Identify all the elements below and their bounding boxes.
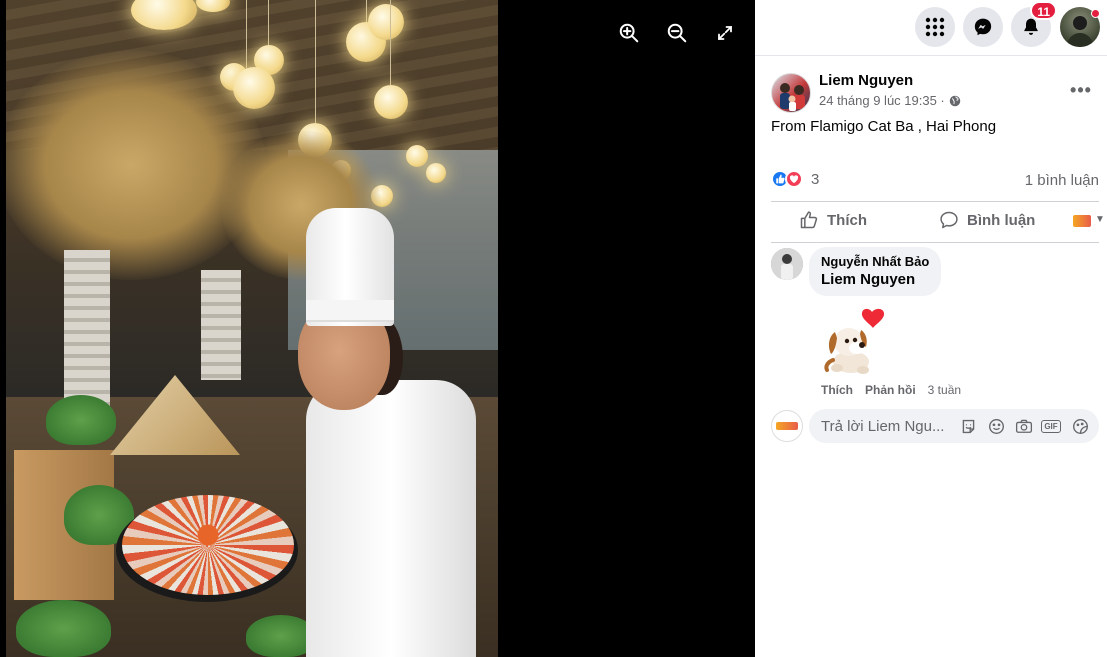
puppy-heart-sticker[interactable] (817, 302, 897, 380)
messenger-icon (974, 18, 992, 36)
author-avatar-image (780, 83, 805, 111)
photo-attach-button[interactable] (1015, 417, 1033, 435)
puppy-heart-icon (824, 308, 885, 374)
comment-button-label: Bình luận (967, 211, 1036, 229)
photo-viewer (0, 0, 755, 657)
comment-author-name[interactable]: Nguyễn Nhất Bảo (821, 254, 929, 269)
post-options-button[interactable]: ••• (1067, 80, 1095, 100)
fullscreen-icon (718, 26, 732, 40)
post-panel: 11 Liem Nguyen 24 tháng 9 lúc 19:35 · ••… (755, 0, 1107, 657)
zoom-in-button[interactable] (616, 20, 642, 46)
notifications-badge: 11 (1030, 1, 1057, 20)
bell-icon (1024, 18, 1038, 35)
identity-dropdown-icon[interactable]: ▼ (1095, 214, 1105, 225)
comment-button[interactable]: Bình luận (939, 210, 1035, 230)
like-button-label: Thích (827, 211, 867, 229)
post-author-name[interactable]: Liem Nguyen (819, 72, 913, 89)
comment-reply-button[interactable]: Phản hồi (865, 383, 916, 397)
zoom-out-icon (667, 23, 687, 43)
top-bar: 11 (755, 0, 1107, 56)
photo-palm-tree (6, 50, 266, 280)
post-meta: 24 tháng 9 lúc 19:35 · (819, 93, 961, 108)
sticker-button[interactable] (1071, 417, 1089, 435)
photo-lamp-wire (246, 0, 247, 70)
page-logo-icon (776, 422, 798, 430)
sticker-icon (1072, 418, 1088, 434)
reply-author-avatar[interactable] (771, 410, 803, 442)
zoom-out-button[interactable] (664, 20, 690, 46)
comment-icon (940, 211, 958, 229)
photo-lamp-wire (315, 0, 316, 123)
photo-lamp (426, 163, 446, 183)
photo-sushi (122, 495, 294, 595)
photo-palm-trunk (64, 250, 110, 410)
photo-lamp (406, 145, 428, 167)
commenter-avatar-image (771, 248, 803, 280)
author-avatar[interactable] (771, 73, 811, 113)
comment-age[interactable]: 3 tuần (928, 383, 961, 397)
photo-lamp-wire (390, 0, 391, 85)
photo-lamp-wire (268, 0, 269, 45)
photo-chef-uniform (306, 380, 476, 657)
emoji-button[interactable] (987, 417, 1005, 435)
love-reaction-icon (785, 170, 803, 188)
comment-mention[interactable]: Liem Nguyen (821, 271, 929, 288)
page-identity-logo[interactable] (1073, 215, 1091, 227)
menu-button[interactable] (915, 7, 955, 47)
camera-icon (1015, 419, 1033, 433)
more-options-icon: ••• (1070, 79, 1092, 100)
comment-like-button[interactable]: Thích (821, 383, 853, 397)
account-status-dot (1091, 9, 1100, 18)
post-photo[interactable] (6, 0, 498, 657)
photo-chef-hat-band (306, 300, 394, 322)
post-action-bar: Thích Bình luận (771, 201, 1099, 243)
like-button[interactable]: Thích (799, 210, 867, 230)
gif-button[interactable]: GIF (1041, 417, 1061, 435)
avatar-sticker-icon (962, 419, 974, 433)
commenter-avatar[interactable] (771, 248, 803, 280)
reaction-count: 3 (811, 170, 820, 188)
post-caption: From Flamigo Cat Ba , Hai Phong (771, 118, 997, 135)
menu-grid-icon (925, 17, 945, 37)
comment-actions: Thích Phản hồi 3 tuần (821, 383, 961, 397)
zoom-in-icon (619, 23, 639, 43)
photo-lamp (368, 4, 404, 40)
avatar-sticker-button[interactable] (959, 417, 977, 435)
emoji-icon (988, 418, 1004, 434)
comment-count[interactable]: 1 bình luận (1025, 172, 1099, 189)
fullscreen-button[interactable] (712, 20, 738, 46)
photo-greens (16, 600, 111, 657)
reply-input[interactable] (821, 409, 951, 443)
reaction-summary[interactable]: 3 (771, 170, 819, 188)
photo-greens (46, 395, 116, 445)
thumbs-up-icon (800, 211, 818, 229)
comment-bubble: Nguyễn Nhất Bảo Liem Nguyen (809, 247, 942, 296)
photo-lamp (374, 85, 408, 119)
post-timestamp[interactable]: 24 tháng 9 lúc 19:35 · (819, 93, 945, 108)
globe-icon (949, 95, 961, 106)
gif-icon: GIF (1041, 419, 1061, 433)
messenger-button[interactable] (963, 7, 1003, 47)
notifications-button[interactable]: 11 (1011, 1, 1057, 47)
photo-palm-trunk (201, 270, 241, 380)
reply-composer: GIF (809, 409, 1099, 443)
